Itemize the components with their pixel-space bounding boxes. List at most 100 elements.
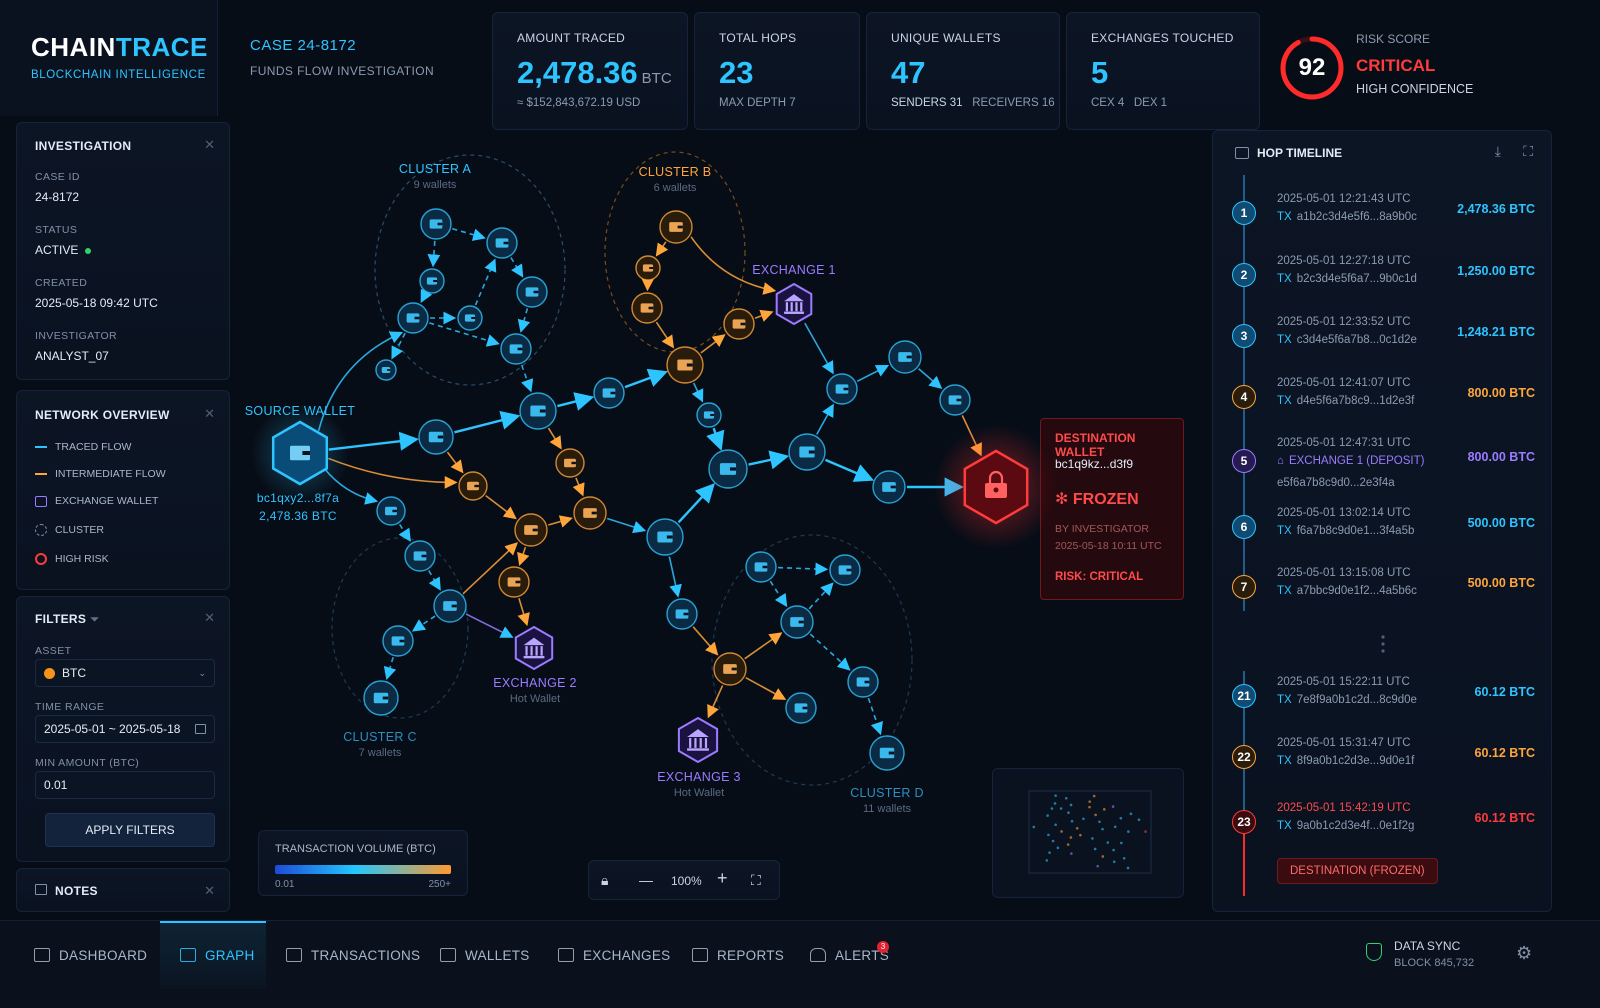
nav-reports[interactable]: REPORTS — [692, 921, 784, 989]
wallet-node[interactable] — [788, 433, 826, 471]
destination-frozen-badge[interactable]: DESTINATION (FROZEN) — [1277, 858, 1438, 884]
timeline-hop[interactable]: 4 2025-05-01 12:41:07 UTC TX d4e5f6a7b8c9..… — [1213, 373, 1553, 423]
wallet-node[interactable] — [382, 625, 414, 657]
nav-transactions[interactable]: TRANSACTIONS — [286, 921, 420, 989]
hop-tx: TX 8f9a0b1c2d3e...9d0e1f — [1277, 755, 1415, 767]
exchange-node[interactable] — [775, 282, 813, 326]
wallet-node[interactable] — [829, 554, 861, 586]
collapse-icon[interactable]: ✕ — [204, 610, 215, 626]
destination-wallet-card[interactable]: DESTINATION WALLET bc1q9kz...d3f9 ✻ FROZ… — [1040, 418, 1184, 600]
wallet-node[interactable] — [457, 305, 483, 331]
case-title: CASE 24-8172 — [250, 37, 357, 54]
flow-edge — [557, 392, 595, 411]
timeline-hop[interactable]: 23 2025-05-01 15:42:19 UTC TX 9a0b1c2d3e4f.… — [1213, 798, 1553, 848]
wallet-node[interactable] — [486, 227, 518, 259]
min-amount-input[interactable]: 0.01 — [35, 771, 215, 799]
wallet-node[interactable] — [418, 419, 454, 455]
wallet-node[interactable] — [659, 210, 693, 244]
legend-exchange-wallet: EXCHANGE WALLET — [35, 495, 158, 507]
wallet-node[interactable] — [888, 340, 922, 374]
wallet-node[interactable] — [872, 470, 906, 504]
timeline-hop[interactable]: 3 2025-05-01 12:33:52 UTC TX c3d4e5f6a7b8..… — [1213, 312, 1553, 362]
wallet-node[interactable] — [696, 402, 722, 428]
flow-edge — [707, 685, 724, 719]
wallet-node[interactable] — [516, 276, 548, 308]
case-subtitle: FUNDS FLOW INVESTIGATION — [250, 64, 435, 78]
timeline-hop[interactable]: 1 2025-05-01 12:21:43 UTC TX a1b2c3d4e5f6..… — [1213, 189, 1553, 239]
wallet-node[interactable] — [723, 308, 755, 340]
zoom-out-button[interactable]: — — [639, 872, 653, 888]
minimap[interactable] — [992, 768, 1184, 898]
source-address[interactable]: bc1qxy2...8f7a — [257, 491, 339, 505]
exchange-node[interactable] — [514, 625, 554, 671]
nav-exchanges[interactable]: EXCHANGES — [558, 921, 670, 989]
wallet-node[interactable] — [555, 448, 585, 478]
flow-edge — [700, 334, 726, 354]
wallet-node[interactable] — [780, 605, 814, 639]
wallet-node[interactable] — [745, 551, 777, 583]
wallet-node[interactable] — [666, 598, 698, 630]
flow-edge — [655, 241, 669, 257]
wallet-node[interactable] — [785, 692, 817, 724]
hop-amount: 800.00 BTC — [1467, 450, 1535, 464]
collapse-icon[interactable]: ✕ — [204, 883, 215, 899]
apply-filters-button[interactable]: APPLY FILTERS — [45, 813, 215, 847]
bitcoin-icon — [44, 667, 55, 679]
wallet-node[interactable] — [419, 268, 445, 294]
wallet-node[interactable] — [404, 540, 436, 572]
source-wallet-node[interactable] — [251, 404, 349, 502]
wallet-node[interactable] — [666, 346, 704, 384]
settings-gear-icon[interactable]: ⚙ — [1516, 943, 1532, 964]
wallet-node[interactable] — [646, 518, 684, 556]
wallet-node[interactable] — [635, 255, 661, 281]
wallet-node[interactable] — [631, 292, 663, 324]
minimap-dot — [1092, 794, 1096, 798]
wallet-node[interactable] — [713, 652, 747, 686]
wallet-node[interactable] — [847, 666, 879, 698]
flow-edge — [655, 321, 675, 349]
wallet-node[interactable] — [433, 589, 467, 623]
wallet-node[interactable] — [376, 496, 406, 526]
timeline-hop[interactable]: 21 2025-05-01 15:22:11 UTC TX 7e8f9a0b1c2d.… — [1213, 672, 1553, 722]
hop-tx: TX a7bbc9d0e1f2...4a5b6c — [1277, 585, 1417, 597]
nav-dashboard[interactable]: DASHBOARD — [34, 921, 147, 989]
wallet-node[interactable] — [375, 359, 397, 381]
lock-icon[interactable]: 🔒︎ — [601, 872, 608, 889]
timeline-hop[interactable]: 22 2025-05-01 15:31:47 UTC TX 8f9a0b1c2d3e.… — [1213, 733, 1553, 783]
flow-edge — [454, 410, 521, 434]
wallet-node[interactable] — [593, 377, 625, 409]
timeline-hop[interactable]: 7 2025-05-01 13:15:08 UTC TX a7bbc9d0e1f2..… — [1213, 563, 1553, 613]
wallet-node[interactable] — [397, 302, 429, 334]
exchange-icon — [558, 948, 574, 962]
wallet-node[interactable] — [458, 471, 488, 501]
wallet-node[interactable] — [708, 449, 748, 489]
exchange-node[interactable] — [677, 716, 719, 764]
fullscreen-icon[interactable]: ⛶ — [751, 872, 761, 889]
wallet-node[interactable] — [363, 680, 399, 716]
time-range-input[interactable]: 2025-05-01 ~ 2025-05-18 — [35, 715, 215, 743]
wallet-node[interactable] — [869, 735, 905, 771]
nav-graph[interactable]: GRAPH — [180, 921, 255, 989]
asset-select[interactable]: BTC ⌄ — [35, 659, 215, 687]
wallet-node[interactable] — [519, 392, 557, 430]
notes-panel[interactable]: NOTES ✕ — [16, 868, 230, 912]
nav-wallets[interactable]: WALLETS — [440, 921, 530, 989]
wallet-node[interactable] — [498, 566, 530, 598]
brand-name: CHAINTRACE — [31, 32, 208, 62]
wallet-node[interactable] — [500, 333, 532, 365]
wallet-node[interactable] — [420, 208, 452, 240]
timeline-hop[interactable]: 6 2025-05-01 13:02:14 UTC TX f6a7b8c9d0e1..… — [1213, 503, 1553, 553]
wallet-node[interactable] — [573, 496, 607, 530]
legend-traced-flow: TRACED FLOW — [35, 441, 131, 453]
zoom-in-button[interactable]: + — [717, 868, 728, 889]
wallet-node[interactable] — [826, 373, 858, 405]
timeline-hop[interactable]: 5 2025-05-01 12:47:31 UTC ⌂ EXCHANGE 1 (DEP… — [1213, 437, 1553, 489]
brand-tagline: BLOCKCHAIN INTELLIGENCE — [31, 69, 206, 81]
wallet-node[interactable] — [514, 513, 548, 547]
collapse-icon[interactable]: ✕ — [204, 406, 215, 422]
minimap-dot — [1066, 843, 1070, 846]
wallet-node[interactable] — [939, 384, 971, 416]
nav-alerts[interactable]: ALERTS — [810, 921, 889, 989]
timeline-hop[interactable]: 2 2025-05-01 12:27:18 UTC TX b2c3d4e5f6a7..… — [1213, 251, 1553, 301]
collapse-icon[interactable]: ✕ — [204, 137, 215, 153]
